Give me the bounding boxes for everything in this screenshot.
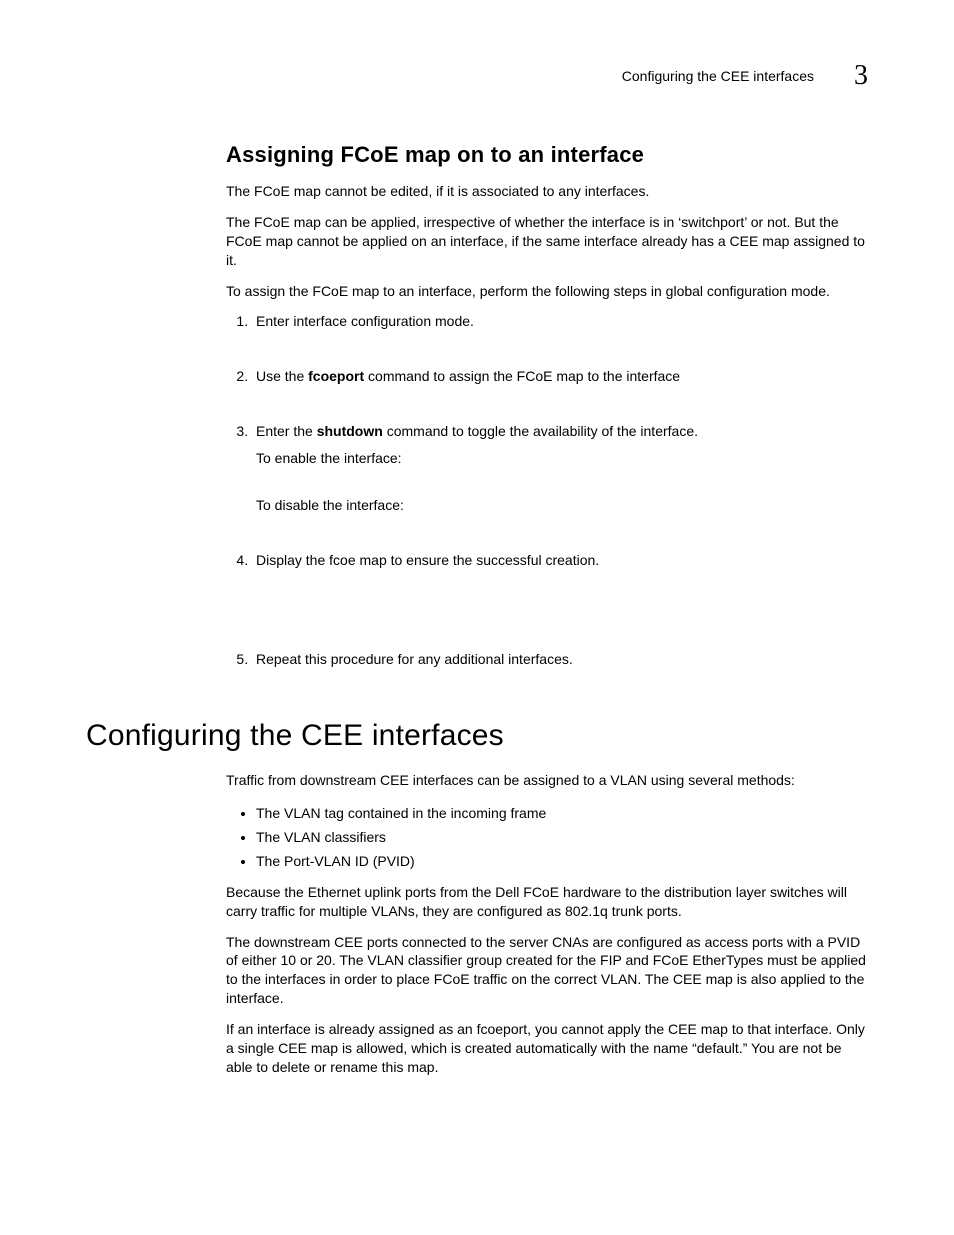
paragraph: The FCoE map cannot be edited, if it is … [226,182,868,201]
step: Repeat this procedure for any additional… [252,650,868,669]
running-header: Configuring the CEE interfaces 3 [86,60,868,92]
paragraph: The downstream CEE ports connected to th… [226,933,868,1009]
paragraph: Traffic from downstream CEE interfaces c… [226,771,868,790]
chapter-number: 3 [854,60,868,92]
step: Use the fcoeport command to assign the F… [252,367,868,386]
step-text-bold: fcoeport [308,368,364,384]
running-title: Configuring the CEE interfaces [622,68,814,84]
subsection-block: Assigning FCoE map on to an interface Th… [226,142,868,669]
page: Configuring the CEE interfaces 3 Assigni… [0,0,954,1149]
step: Enter interface configuration mode. [252,312,868,331]
step: Enter the shutdown command to toggle the… [252,422,868,515]
section-body: Traffic from downstream CEE interfaces c… [226,771,868,1077]
step-text-prefix: Use the [256,368,308,384]
step: Display the fcoe map to ensure the succe… [252,551,868,570]
substep: To enable the interface: [256,449,868,468]
list-item: The VLAN tag contained in the incoming f… [256,802,868,824]
paragraph: To assign the FCoE map to an interface, … [226,282,868,301]
subsection-title: Assigning FCoE map on to an interface [226,142,868,168]
paragraph: The FCoE map can be applied, irrespectiv… [226,213,868,270]
section-title: Configuring the CEE interfaces [86,719,868,753]
step-list: Enter interface configuration mode. Use … [226,312,868,668]
step-text-bold: shutdown [317,423,383,439]
paragraph: If an interface is already assigned as a… [226,1020,868,1077]
substep: To disable the interface: [256,496,868,515]
list-item: The Port-VLAN ID (PVID) [256,850,868,872]
step-text: Display the fcoe map to ensure the succe… [256,552,599,568]
step-text: Enter interface configuration mode. [256,313,474,329]
paragraph: Because the Ethernet uplink ports from t… [226,883,868,921]
list-item: The VLAN classifiers [256,826,868,848]
step-text-suffix: command to assign the FCoE map to the in… [364,368,680,384]
step-text: Repeat this procedure for any additional… [256,651,573,667]
step-text-suffix: command to toggle the availability of th… [383,423,698,439]
bullet-list: The VLAN tag contained in the incoming f… [226,802,868,873]
step-text-prefix: Enter the [256,423,317,439]
